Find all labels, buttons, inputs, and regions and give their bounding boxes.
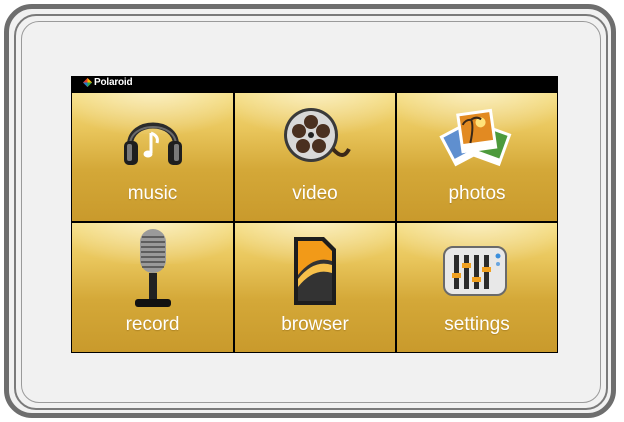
device-screen: Polaroid music video photos record brows…	[71, 76, 558, 353]
menu-label-record: record	[125, 314, 180, 335]
menu-label-settings: settings	[444, 314, 510, 335]
menu-label-photos: photos	[448, 183, 506, 204]
equalizer-icon	[443, 246, 507, 296]
headphones-icon	[123, 122, 182, 165]
polaroid-logo-icon	[83, 78, 92, 87]
menu-label-music: music	[127, 183, 178, 204]
menu-label-browser: browser	[281, 314, 349, 335]
microphone-icon	[134, 229, 171, 307]
menu-tile-music[interactable]: music	[72, 93, 233, 221]
top-bar: Polaroid	[71, 76, 558, 92]
menu-tile-browser[interactable]: browser	[235, 223, 395, 352]
menu-tile-settings[interactable]: settings	[397, 223, 557, 352]
menu-tile-photos[interactable]: photos	[397, 93, 557, 221]
film-reel-icon	[284, 108, 351, 162]
sd-card-icon	[294, 237, 336, 305]
photos-icon	[439, 108, 512, 167]
menu-grid: music video photos record browser settin…	[71, 92, 558, 353]
brand-name: Polaroid	[94, 77, 133, 88]
menu-tile-record[interactable]: record	[72, 223, 233, 352]
menu-tile-video[interactable]: video	[235, 93, 395, 221]
menu-label-video: video	[292, 183, 338, 204]
brand: Polaroid	[83, 77, 133, 88]
